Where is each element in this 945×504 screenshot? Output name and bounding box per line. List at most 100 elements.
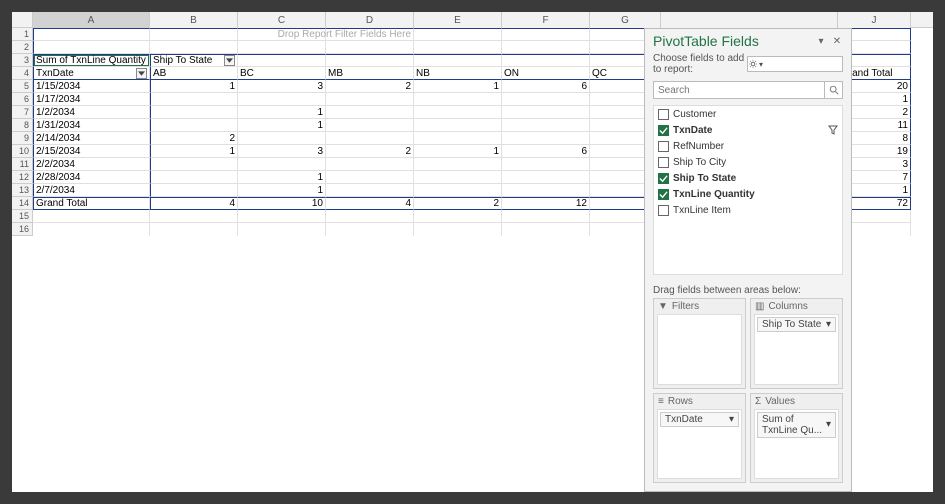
row-header[interactable]: 13 [12, 184, 33, 197]
cell[interactable] [414, 223, 502, 236]
rows-zone[interactable]: ≡Rows TxnDate▾ [653, 393, 746, 484]
field-list-item[interactable]: RefNumber [654, 138, 842, 154]
field-search-input[interactable] [653, 81, 825, 99]
pivot-value-cell[interactable]: 1 [414, 80, 502, 93]
row-header[interactable]: 2 [12, 41, 33, 54]
grand-total-row-label[interactable]: Grand Total [33, 197, 150, 210]
field-list-item[interactable]: TxnLine Item [654, 202, 842, 218]
cell[interactable] [150, 28, 238, 41]
grand-total-cell[interactable]: 4 [150, 197, 238, 210]
pivot-value-cell[interactable] [414, 184, 502, 197]
row-header[interactable]: 5 [12, 80, 33, 93]
pivot-value-cell[interactable]: 1 [238, 106, 326, 119]
pivot-row-label[interactable]: 1/15/2034 [33, 80, 150, 93]
checkbox-icon[interactable] [658, 189, 669, 200]
cell[interactable] [326, 223, 414, 236]
pivot-col-header[interactable]: NB [414, 67, 502, 80]
rows-pill[interactable]: TxnDate▾ [660, 412, 739, 427]
pivot-value-cell[interactable] [502, 184, 590, 197]
values-zone[interactable]: ΣValues Sum of TxnLine Qu...▾ [750, 393, 843, 484]
field-list-item[interactable]: Customer [654, 106, 842, 122]
values-pill[interactable]: Sum of TxnLine Qu...▾ [757, 412, 836, 438]
pivot-value-cell[interactable] [414, 158, 502, 171]
cell[interactable] [150, 41, 238, 54]
pivot-row-label[interactable]: 1/17/2034 [33, 93, 150, 106]
pivot-value-cell[interactable] [150, 158, 238, 171]
pivot-value-cell[interactable] [326, 132, 414, 145]
pivot-measure-label[interactable]: Sum of TxnLine Quantity [33, 54, 150, 67]
cell[interactable] [238, 210, 326, 223]
row-header[interactable]: 11 [12, 158, 33, 171]
pivot-value-cell[interactable] [502, 93, 590, 106]
pivot-value-cell[interactable] [414, 171, 502, 184]
pivot-value-cell[interactable] [502, 119, 590, 132]
pivot-value-cell[interactable]: 1 [238, 184, 326, 197]
cell[interactable] [33, 210, 150, 223]
checkbox-icon[interactable] [658, 141, 669, 152]
pivot-value-cell[interactable] [414, 106, 502, 119]
cell[interactable] [414, 28, 502, 41]
cell[interactable] [238, 41, 326, 54]
pivot-value-cell[interactable]: 6 [502, 145, 590, 158]
row-header[interactable]: 7 [12, 106, 33, 119]
grand-total-cell[interactable]: 4 [326, 197, 414, 210]
checkbox-icon[interactable] [658, 173, 669, 184]
pivot-value-cell[interactable] [326, 93, 414, 106]
pivot-value-cell[interactable] [238, 93, 326, 106]
pivot-value-cell[interactable] [150, 119, 238, 132]
pivot-value-cell[interactable]: 3 [238, 145, 326, 158]
panel-close-icon[interactable]: ✕ [829, 33, 845, 49]
columns-zone[interactable]: ▥Columns Ship To State▾ [750, 298, 843, 389]
checkbox-icon[interactable] [658, 109, 669, 120]
pivot-col-header[interactable]: MB [326, 67, 414, 80]
pivot-value-cell[interactable] [150, 184, 238, 197]
row-header[interactable]: 15 [12, 210, 33, 223]
cell[interactable] [502, 28, 590, 41]
checkbox-icon[interactable] [658, 205, 669, 216]
pivot-col-field-label[interactable]: Ship To State [150, 54, 238, 67]
pivot-value-cell[interactable] [150, 93, 238, 106]
row-header[interactable]: 3 [12, 54, 33, 67]
cell[interactable] [502, 210, 590, 223]
filters-zone[interactable]: ▼Filters [653, 298, 746, 389]
checkbox-icon[interactable] [658, 125, 669, 136]
col-header-G[interactable]: G [590, 12, 661, 28]
col-header-F[interactable]: F [502, 12, 590, 28]
pivot-row-label[interactable]: 2/28/2034 [33, 171, 150, 184]
pivot-col-header[interactable]: AB [150, 67, 238, 80]
pivot-value-cell[interactable]: 1 [150, 80, 238, 93]
cell[interactable] [33, 223, 150, 236]
row-header[interactable]: 14 [12, 197, 33, 210]
row-header[interactable]: 12 [12, 171, 33, 184]
pivot-row-label[interactable]: 2/15/2034 [33, 145, 150, 158]
cell[interactable] [238, 54, 326, 67]
pivot-value-cell[interactable]: 1 [238, 171, 326, 184]
field-list-item[interactable]: TxnDate [654, 122, 842, 138]
panel-minimize-icon[interactable]: ▾ [813, 33, 829, 49]
cell[interactable] [502, 54, 590, 67]
pivot-value-cell[interactable]: 2 [326, 145, 414, 158]
pivot-value-cell[interactable] [150, 171, 238, 184]
pivot-value-cell[interactable] [150, 106, 238, 119]
row-header[interactable]: 1 [12, 28, 33, 41]
cell[interactable] [33, 41, 150, 54]
cell[interactable] [326, 54, 414, 67]
col-header-D[interactable]: D [326, 12, 414, 28]
pivot-col-header[interactable]: BC [238, 67, 326, 80]
cell[interactable] [414, 54, 502, 67]
pivot-value-cell[interactable]: 6 [502, 80, 590, 93]
grand-total-cell[interactable]: 10 [238, 197, 326, 210]
cell[interactable] [414, 41, 502, 54]
pivot-value-cell[interactable] [502, 158, 590, 171]
columns-pill[interactable]: Ship To State▾ [757, 317, 836, 332]
pivot-value-cell[interactable] [326, 158, 414, 171]
cell[interactable] [150, 210, 238, 223]
grand-total-cell[interactable]: 12 [502, 197, 590, 210]
search-icon[interactable] [825, 81, 843, 99]
row-header[interactable]: 8 [12, 119, 33, 132]
pivot-value-cell[interactable]: 2 [150, 132, 238, 145]
cell[interactable] [414, 210, 502, 223]
row-header[interactable]: 9 [12, 132, 33, 145]
pivot-value-cell[interactable]: 2 [326, 80, 414, 93]
pivot-value-cell[interactable] [414, 132, 502, 145]
